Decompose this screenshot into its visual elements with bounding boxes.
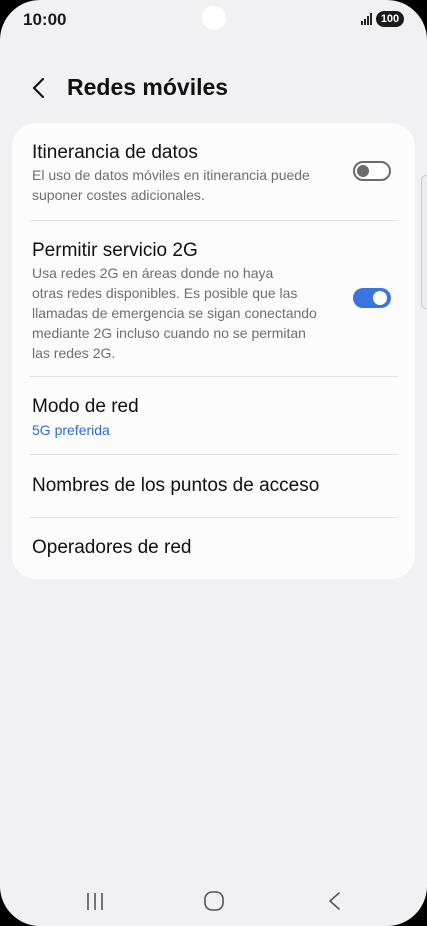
- nav-back-icon[interactable]: [314, 886, 354, 916]
- page-title: Redes móviles: [67, 74, 229, 100]
- header: Redes móviles: [0, 66, 427, 110]
- network-mode-row[interactable]: Modo de red 5G preferida: [12, 377, 415, 454]
- allow-2g-description-line: otras redes disponibles. Es posible que …: [32, 285, 298, 301]
- roaming-title: Itinerancia de datos: [32, 142, 198, 163]
- operators-row[interactable]: Operadores de red: [12, 518, 415, 579]
- allow-2g-row[interactable]: Permitir servicio 2G Usa redes 2G en áre…: [12, 221, 415, 376]
- apn-title: Nombres de los puntos de acceso: [32, 475, 320, 496]
- apn-row[interactable]: Nombres de los puntos de acceso: [12, 455, 415, 517]
- settings-card: Itinerancia de datos El uso de datos móv…: [12, 123, 415, 579]
- roaming-description: El uso de datos móviles en itinerancia p…: [32, 165, 310, 205]
- network-mode-title: Modo de red: [32, 396, 139, 417]
- allow-2g-toggle[interactable]: [353, 288, 391, 308]
- allow-2g-description-line: mediante 2G incluso cuando no se permita…: [32, 325, 306, 341]
- allow-2g-description-line: Usa redes 2G en áreas donde no haya: [32, 265, 274, 281]
- toggle-knob: [373, 291, 387, 305]
- roaming-row[interactable]: Itinerancia de datos El uso de datos móv…: [12, 123, 415, 220]
- back-icon[interactable]: [29, 76, 49, 100]
- navigation-bar: [0, 876, 427, 926]
- status-bar: 10:00 100: [0, 0, 427, 40]
- battery-icon: 100: [376, 11, 404, 27]
- camera-cutout: [202, 6, 226, 30]
- operators-title: Operadores de red: [32, 537, 192, 558]
- screen: 10:00 100 Redes móviles Itinerancia de d…: [0, 0, 427, 926]
- network-mode-value: 5G preferida: [32, 422, 110, 438]
- allow-2g-description-line: las redes 2G.: [32, 345, 116, 361]
- roaming-description-line: El uso de datos móviles en itinerancia p…: [32, 167, 310, 183]
- toggle-knob: [357, 165, 369, 177]
- scrollbar[interactable]: [421, 175, 427, 309]
- roaming-toggle[interactable]: [353, 161, 391, 181]
- allow-2g-description-line: llamadas de emergencia se sigan conectan…: [32, 305, 317, 321]
- roaming-description-line: suponer costes adicionales.: [32, 187, 205, 203]
- recent-apps-icon[interactable]: [75, 886, 115, 916]
- allow-2g-description: Usa redes 2G en áreas donde no haya otra…: [32, 263, 317, 363]
- home-icon[interactable]: [194, 886, 234, 916]
- status-time: 10:00: [23, 10, 67, 29]
- allow-2g-title: Permitir servicio 2G: [32, 240, 198, 261]
- signal-icon: [361, 13, 373, 25]
